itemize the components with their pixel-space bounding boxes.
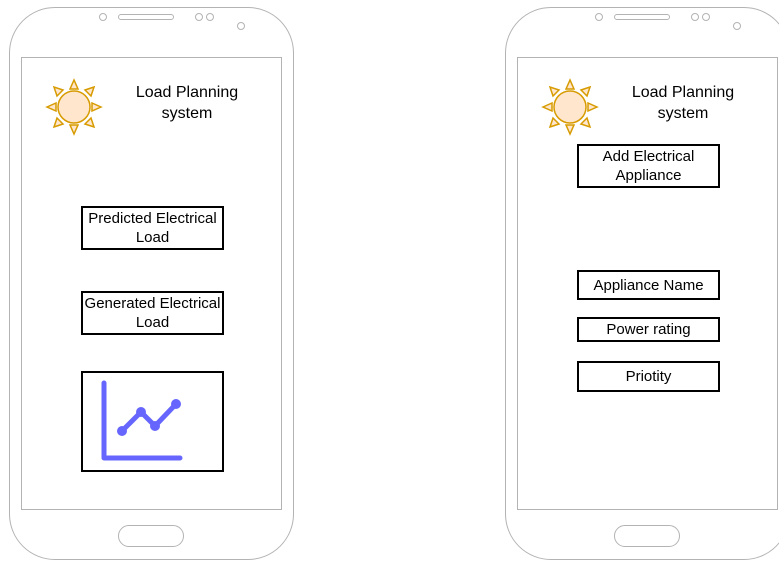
load-chart-button[interactable] [81, 371, 224, 472]
power-rating-field[interactable]: Power rating [577, 317, 720, 342]
priority-field[interactable]: Priotity [577, 361, 720, 392]
predicted-load-label: Predicted Electrical Load [88, 210, 217, 246]
generated-load-button[interactable]: Generated Electrical Load [81, 291, 224, 335]
sensor-dot [691, 13, 699, 21]
home-button[interactable] [118, 525, 184, 547]
phone-right: Load Planning system Add Electrical Appl… [505, 7, 779, 560]
sun-icon [45, 78, 103, 136]
app-title: Load Planning system [631, 84, 735, 122]
priority-label: Priotity [625, 368, 672, 385]
generated-load-label: Generated Electrical Load [84, 295, 221, 331]
phone-left: Load Planning system Predicted Electrica… [9, 7, 294, 560]
sun-icon [541, 78, 599, 136]
front-camera-dot [595, 13, 603, 21]
add-appliance-label: Add Electrical Appliance [602, 148, 695, 184]
front-camera-dot [99, 13, 107, 21]
sensor-dot [195, 13, 203, 21]
speaker-slot [614, 14, 670, 20]
predicted-load-button[interactable]: Predicted Electrical Load [81, 206, 224, 250]
sensor-dot [206, 13, 214, 21]
appliance-name-label: Appliance Name [593, 276, 704, 294]
app-title: Load Planning system [135, 84, 239, 122]
speaker-slot [118, 14, 174, 20]
appliance-name-field[interactable]: Appliance Name [577, 270, 720, 300]
screen: Load Planning system Predicted Electrica… [21, 57, 282, 510]
camera-dot [733, 22, 741, 30]
home-button[interactable] [614, 525, 680, 547]
sensor-dot [702, 13, 710, 21]
add-appliance-button[interactable]: Add Electrical Appliance [577, 144, 720, 188]
power-rating-label: Power rating [606, 321, 691, 338]
line-chart-icon [101, 380, 183, 461]
screen: Load Planning system Add Electrical Appl… [517, 57, 778, 510]
camera-dot [237, 22, 245, 30]
